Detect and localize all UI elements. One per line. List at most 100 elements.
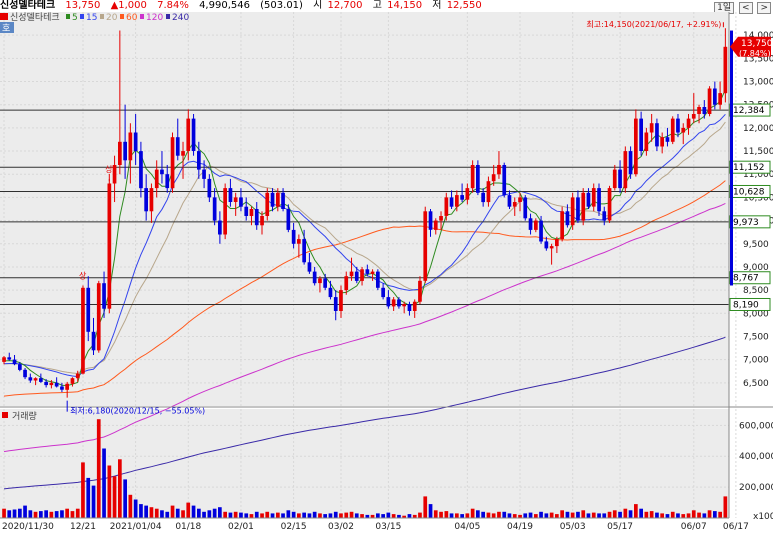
volume-bar	[286, 510, 291, 518]
volume-bar	[549, 512, 554, 518]
candle-body	[560, 211, 564, 240]
volume-bar	[555, 514, 559, 518]
candle-body	[549, 246, 554, 249]
volume-bar	[360, 514, 364, 518]
volume-bar	[423, 496, 428, 518]
volume-bar	[686, 513, 691, 518]
time-tick-label: 05/17	[607, 522, 633, 532]
candle-body	[102, 283, 106, 309]
volume-bar	[444, 511, 449, 518]
volume-bar	[291, 511, 296, 518]
volume-bar	[565, 511, 570, 518]
candle-body	[254, 209, 259, 226]
candle-body	[670, 118, 675, 142]
candle-body	[576, 197, 580, 221]
volume-bar	[144, 505, 148, 518]
volume-bar	[118, 459, 122, 518]
volume-bar	[612, 510, 617, 518]
volume-bar	[12, 509, 17, 518]
chart-tag: 호	[2, 23, 10, 34]
candle-body	[539, 220, 543, 242]
legend-item: 15	[86, 13, 97, 23]
candle-body	[128, 132, 133, 161]
candle-body	[139, 151, 143, 189]
candle-body	[44, 381, 48, 386]
volume-tick-label: x100	[753, 512, 773, 522]
volume-bar	[349, 511, 354, 518]
candle-body	[186, 118, 191, 151]
volume-bar	[86, 477, 91, 518]
volume-bar	[7, 510, 12, 518]
volume-bar	[702, 513, 707, 518]
support-label: 8,190	[733, 300, 759, 310]
volume-bar	[576, 511, 580, 518]
volume-bar	[581, 510, 586, 518]
legend-marker	[0, 13, 8, 20]
candle-body	[318, 278, 322, 284]
volume-tick-label: 600,000	[739, 421, 773, 431]
volume-bar	[570, 512, 575, 518]
candle-body	[12, 359, 17, 365]
candle-body	[565, 211, 570, 226]
candle-body	[486, 181, 491, 203]
candle-body	[170, 137, 175, 189]
price-tick-label: 13,000	[743, 78, 773, 88]
candle-body	[634, 118, 638, 175]
volume-bar	[175, 508, 180, 518]
volume-bar	[491, 513, 496, 518]
volume-bar	[460, 514, 464, 518]
candle-body	[523, 197, 528, 219]
volume-bar	[560, 510, 564, 518]
volume-bar	[381, 514, 385, 518]
candle-body	[665, 137, 670, 142]
candle-body	[149, 188, 154, 212]
volume-bar	[139, 504, 143, 518]
volume-bar	[591, 512, 596, 518]
limit-up-marker-upper: 상	[105, 164, 113, 174]
volume-bar	[128, 494, 133, 518]
volume-bar	[676, 513, 680, 518]
candle-body	[681, 127, 686, 133]
price-tick-label: 8,500	[743, 286, 769, 296]
volume-bar	[523, 513, 528, 518]
candle-body	[702, 107, 707, 114]
volume-bar	[328, 513, 333, 518]
volume-bar	[28, 510, 33, 518]
candle-body	[439, 216, 443, 221]
volume-bar	[634, 504, 638, 518]
volume-bar	[323, 514, 327, 518]
legend-swatch	[140, 14, 144, 19]
candle-body	[91, 331, 96, 351]
volume-bar	[339, 513, 343, 518]
volume-bar	[81, 462, 85, 518]
candle-body	[197, 151, 201, 170]
volume-bar	[534, 514, 538, 518]
limit-up-marker-lower: 상	[79, 271, 87, 281]
volume-bar	[18, 508, 22, 518]
volume-bar	[344, 512, 349, 518]
volume-bar	[660, 513, 664, 518]
volume-bar	[70, 511, 75, 518]
candle-body	[65, 383, 69, 390]
volume-bar	[112, 476, 117, 518]
volume-bar	[197, 508, 201, 518]
price-chart[interactable]: 14,00013,50013,00012,50012,00011,50011,0…	[0, 0, 773, 533]
legend-swatch	[100, 14, 104, 19]
legend-title: 신성델타테크	[10, 11, 60, 23]
volume-bar	[597, 513, 601, 518]
volume-bar	[149, 507, 154, 518]
candle-body	[81, 287, 85, 374]
time-tick-label: 04/05	[454, 522, 480, 532]
volume-bar	[481, 511, 485, 518]
candle-body	[507, 195, 512, 207]
candle-body	[644, 132, 649, 151]
volume-bar	[386, 512, 391, 518]
candle-body	[518, 197, 522, 202]
price-tick-label: 6,500	[743, 379, 769, 389]
candle-body	[286, 209, 291, 230]
volume-bar	[44, 510, 48, 518]
candle-body	[370, 271, 375, 274]
candle-body	[376, 271, 380, 288]
candle-body	[607, 188, 612, 221]
candle-body	[391, 299, 396, 307]
